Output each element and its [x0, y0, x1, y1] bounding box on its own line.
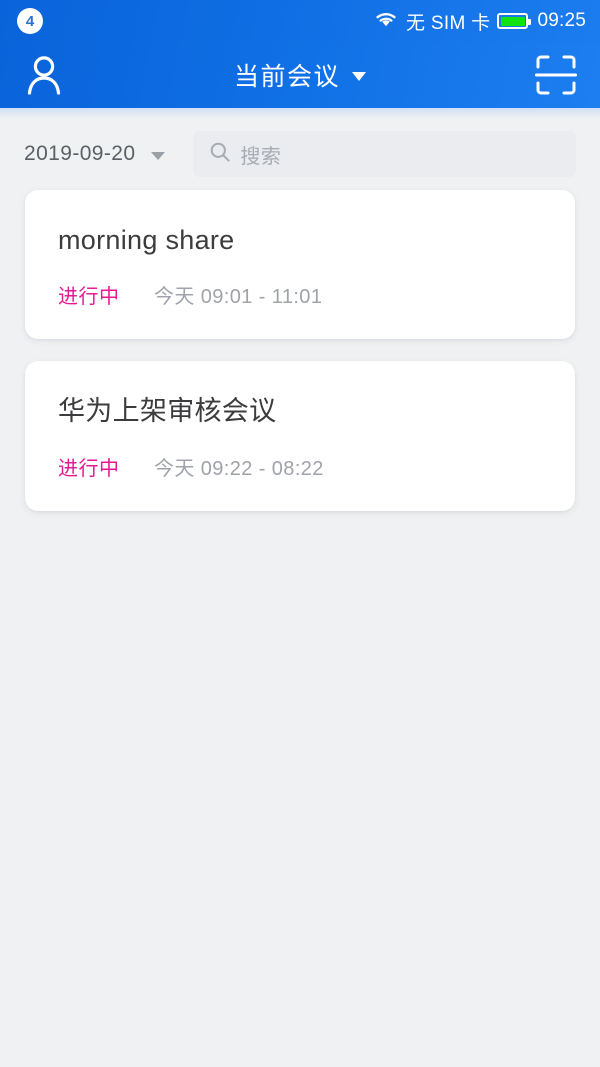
- chevron-down-icon: [151, 151, 166, 160]
- status-bar-clock: 09:25: [537, 10, 586, 31]
- chevron-down-icon: [352, 72, 366, 81]
- meeting-meta: 进行中 今天 09:01 - 11:01: [58, 280, 542, 309]
- status-badge: 进行中: [58, 286, 120, 309]
- status-bar-right: 无 SIM 卡 09:25: [373, 8, 586, 35]
- profile-button[interactable]: [22, 52, 80, 98]
- filter-bar: 2019-09-20 搜索: [0, 120, 600, 178]
- meeting-card[interactable]: 华为上架审核会议 进行中 今天 09:22 - 08:22: [25, 361, 575, 511]
- status-badge: 进行中: [58, 457, 120, 480]
- status-bar: 4 无 SIM 卡 09:25: [0, 0, 600, 42]
- sim-status-text: 无 SIM 卡: [406, 12, 491, 34]
- qr-scan-icon: [535, 55, 577, 95]
- app-screen: 4 无 SIM 卡 09:25 当前会议 2019-09-20 搜索 morni…: [0, 0, 600, 1067]
- meeting-meta: 进行中 今天 09:22 - 08:22: [58, 452, 542, 481]
- title-dropdown-button[interactable]: 当前会议: [80, 57, 520, 93]
- notification-badge: 4: [17, 8, 43, 34]
- meeting-title: 华为上架审核会议: [58, 396, 277, 427]
- battery-icon: [497, 13, 532, 29]
- navigation-bar: 当前会议: [0, 42, 600, 108]
- user-profile-icon: [27, 56, 61, 95]
- page-title: 当前会议: [233, 63, 340, 91]
- selected-date: 2019-09-20: [24, 142, 136, 165]
- wifi-icon: [373, 9, 399, 34]
- search-placeholder: 搜索: [240, 145, 282, 168]
- meeting-card[interactable]: morning share 进行中 今天 09:01 - 11:01: [25, 190, 575, 340]
- header-fade: [0, 108, 600, 120]
- search-icon: [209, 141, 231, 168]
- meeting-time: 今天 09:22 - 08:22: [154, 457, 324, 480]
- meeting-title: morning share: [58, 225, 235, 255]
- scan-button[interactable]: [520, 53, 578, 97]
- search-input[interactable]: 搜索: [193, 131, 576, 177]
- meeting-list: morning share 进行中 今天 09:01 - 11:01 华为上架审…: [0, 178, 600, 511]
- meeting-time: 今天 09:01 - 11:01: [154, 286, 323, 309]
- date-picker-button[interactable]: 2019-09-20: [24, 142, 166, 166]
